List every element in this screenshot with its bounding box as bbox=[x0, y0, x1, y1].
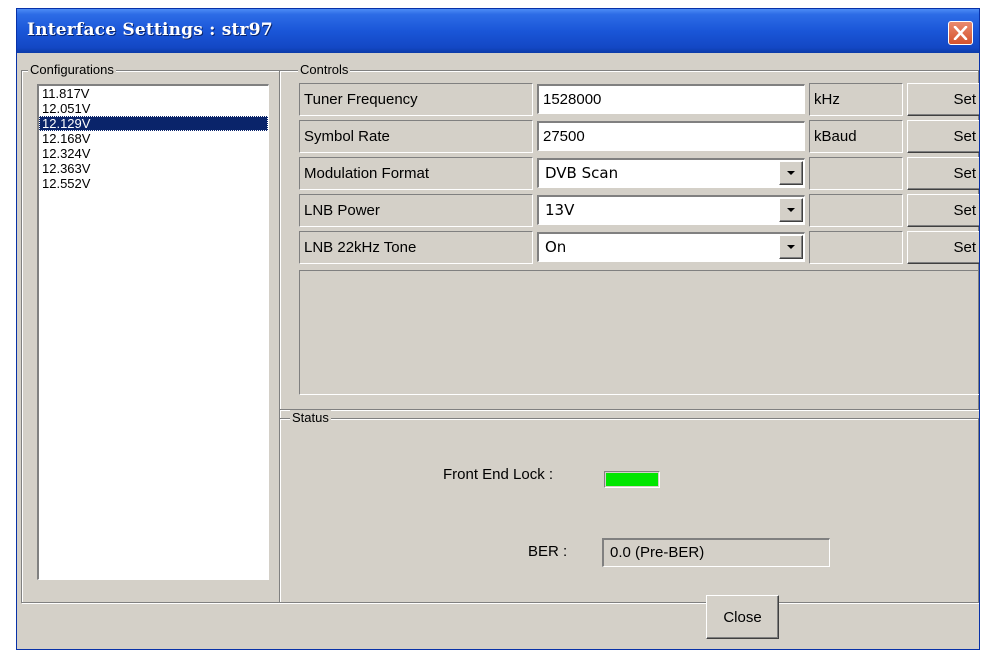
title-bar[interactable]: Interface Settings : str97 bbox=[17, 9, 979, 53]
lnb-power-label: LNB Power bbox=[299, 194, 533, 227]
config-item-11-817v[interactable]: 11.817V bbox=[39, 86, 268, 101]
controls-empty-area bbox=[299, 270, 979, 395]
config-item-12-324v[interactable]: 12.324V bbox=[39, 146, 268, 161]
close-button[interactable]: Close bbox=[706, 595, 779, 639]
config-item-12-552v[interactable]: 12.552V bbox=[39, 176, 268, 191]
lnb-power-value: 13V bbox=[545, 201, 575, 219]
tuner-frequency-set-button[interactable]: Set bbox=[907, 83, 979, 116]
modulation-format-unit bbox=[809, 157, 903, 190]
lnb-power-set-button[interactable]: Set bbox=[907, 194, 979, 227]
chevron-down-icon bbox=[787, 245, 795, 249]
control-row-modulation-format: Modulation Format DVB Scan Set bbox=[299, 155, 979, 192]
ber-label: BER : bbox=[528, 543, 568, 560]
control-row-tuner-frequency: Tuner Frequency kHz Set bbox=[299, 81, 979, 118]
ber-value-field: 0.0 (Pre-BER) bbox=[602, 538, 830, 567]
window-title: Interface Settings : str97 bbox=[27, 20, 273, 40]
lnb-power-select[interactable]: 13V bbox=[537, 195, 805, 225]
config-item-12-168v[interactable]: 12.168V bbox=[39, 131, 268, 146]
lnb-22khz-tone-dropdown-button[interactable] bbox=[779, 235, 803, 259]
status-group-label: Status bbox=[290, 410, 331, 426]
lnb-22khz-tone-select[interactable]: On bbox=[537, 232, 805, 262]
modulation-format-label: Modulation Format bbox=[299, 157, 533, 190]
configurations-listbox[interactable]: 11.817V 12.051V 12.129V 12.168V 12.324V … bbox=[37, 84, 269, 580]
chevron-down-icon bbox=[787, 171, 795, 175]
symbol-rate-unit: kBaud bbox=[809, 120, 903, 153]
dialog-body: Configurations 11.817V 12.051V 12.129V 1… bbox=[17, 53, 979, 649]
lnb-22khz-tone-set-button[interactable]: Set bbox=[907, 231, 979, 264]
configurations-group-label: Configurations bbox=[28, 62, 116, 78]
front-end-lock-indicator bbox=[604, 471, 660, 488]
symbol-rate-label: Symbol Rate bbox=[299, 120, 533, 153]
window-close-button[interactable] bbox=[948, 21, 973, 45]
tuner-frequency-label: Tuner Frequency bbox=[299, 83, 533, 116]
modulation-format-value: DVB Scan bbox=[545, 164, 619, 182]
front-end-lock-led bbox=[606, 473, 658, 486]
front-end-lock-label: Front End Lock : bbox=[443, 466, 554, 483]
modulation-format-dropdown-button[interactable] bbox=[779, 161, 803, 185]
config-item-12-363v[interactable]: 12.363V bbox=[39, 161, 268, 176]
lnb-22khz-tone-value: On bbox=[545, 238, 567, 256]
interface-settings-window: Interface Settings : str97 Configuration… bbox=[16, 8, 980, 650]
control-row-symbol-rate: Symbol Rate kBaud Set bbox=[299, 118, 979, 155]
chevron-down-icon bbox=[787, 208, 795, 212]
tuner-frequency-unit: kHz bbox=[809, 83, 903, 116]
controls-panel: Tuner Frequency kHz Set Symbol Rate kBau… bbox=[299, 81, 979, 397]
lnb-power-unit bbox=[809, 194, 903, 227]
symbol-rate-input[interactable] bbox=[537, 121, 805, 151]
modulation-format-select[interactable]: DVB Scan bbox=[537, 158, 805, 188]
control-row-lnb-22khz-tone: LNB 22kHz Tone On Set bbox=[299, 229, 979, 266]
modulation-format-set-button[interactable]: Set bbox=[907, 157, 979, 190]
close-x-icon bbox=[953, 26, 968, 40]
config-item-12-129v[interactable]: 12.129V bbox=[39, 116, 268, 131]
lnb-22khz-tone-unit bbox=[809, 231, 903, 264]
tuner-frequency-input[interactable] bbox=[537, 84, 805, 114]
status-group: Status Front End Lock : BER : 0.0 (Pre-B… bbox=[279, 410, 979, 603]
controls-group-label: Controls bbox=[298, 62, 351, 78]
lnb-power-dropdown-button[interactable] bbox=[779, 198, 803, 222]
control-row-lnb-power: LNB Power 13V Set bbox=[299, 192, 979, 229]
config-item-12-051v[interactable]: 12.051V bbox=[39, 101, 268, 116]
lnb-22khz-tone-label: LNB 22kHz Tone bbox=[299, 231, 533, 264]
symbol-rate-set-button[interactable]: Set bbox=[907, 120, 979, 153]
